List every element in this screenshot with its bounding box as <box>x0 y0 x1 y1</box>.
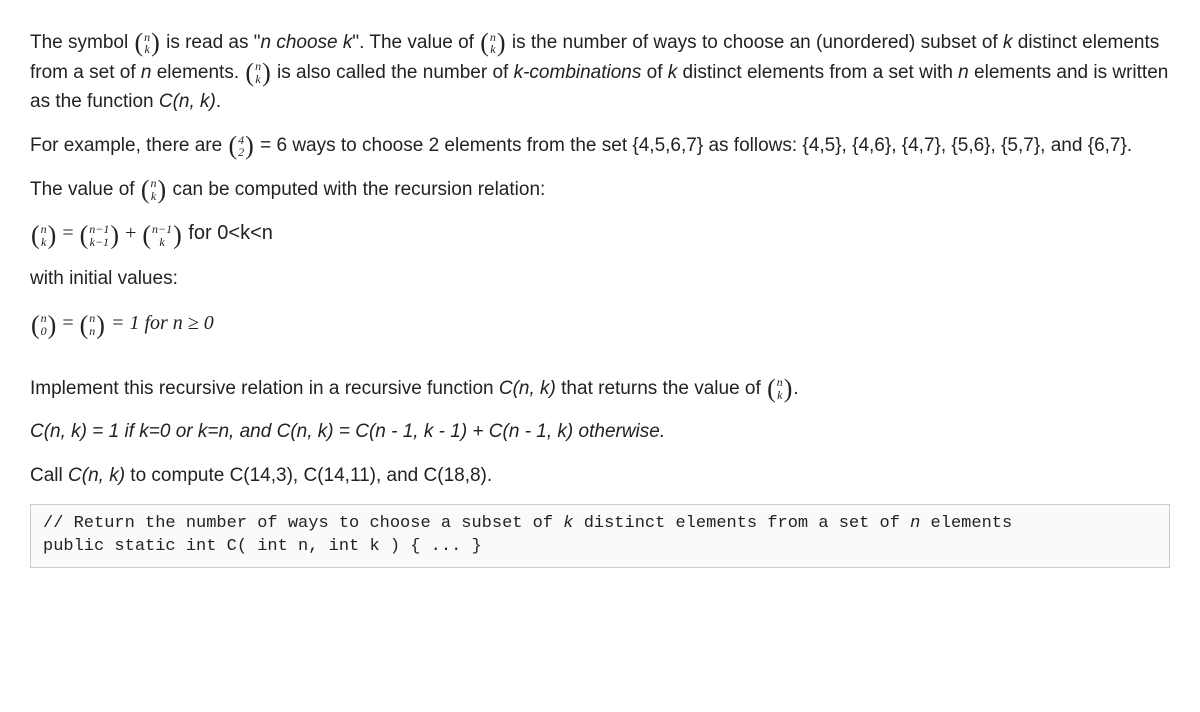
code-comment: distinct elements from a set of <box>574 514 911 533</box>
code-block: // Return the number of ways to choose a… <box>30 504 1170 568</box>
code-comment-italic: n <box>910 514 920 533</box>
text: = 6 ways to choose 2 elements from the s… <box>255 135 1132 156</box>
text: for 0<k<n <box>183 222 273 244</box>
paragraph-example: For example, there are (42) = 6 ways to … <box>30 131 1170 161</box>
code-comment: elements <box>920 514 1012 533</box>
equation-recursion: (nk) = (n−1k−1) + (n−1k) for 0<k<n <box>30 218 1170 250</box>
text: The value of <box>30 179 140 200</box>
code-comment-italic: k <box>563 514 573 533</box>
text: Call <box>30 465 68 486</box>
binom-nminus1-k: (n−1k) <box>142 219 181 250</box>
binom-n-k: (nk) <box>480 28 505 57</box>
paragraph-recursion-intro: The value of (nk) can be computed with t… <box>30 175 1170 205</box>
binom-n-k: (nk) <box>767 374 792 403</box>
text: is the number of ways to choose an (unor… <box>507 32 1003 53</box>
binom-n-0: (n0) <box>31 309 56 340</box>
text: ". The value of <box>352 32 479 53</box>
text-italic: C(n, k) <box>159 91 216 112</box>
text: is read as " <box>161 32 261 53</box>
text-italic: k <box>668 62 678 83</box>
text: of <box>641 62 667 83</box>
binom-n-k: (nk) <box>134 28 159 57</box>
text: = 1 for n ≥ 0 <box>106 312 214 334</box>
binom-n-k: (nk) <box>141 175 166 204</box>
paragraph-initial-values: with initial values: <box>30 264 1170 293</box>
text: For example, there are <box>30 135 227 156</box>
binom-n-k: (nk) <box>31 219 56 250</box>
text-italic: k-combinations <box>514 62 642 83</box>
code-comment: // Return the number of ways to choose a… <box>43 514 563 533</box>
text: . <box>793 378 798 399</box>
text: Implement this recursive relation in a r… <box>30 378 499 399</box>
text-italic: C(n, k) <box>499 378 556 399</box>
binom-nminus1-kminus1: (n−1k−1) <box>80 219 119 250</box>
paragraph-call: Call C(n, k) to compute C(14,3), C(14,11… <box>30 461 1170 490</box>
binom-4-2: (42) <box>228 131 253 160</box>
text-italic: n <box>958 62 969 83</box>
text-italic: n <box>141 62 152 83</box>
text: is also called the number of <box>272 62 514 83</box>
text: The symbol <box>30 32 133 53</box>
text-italic: n choose k <box>261 32 353 53</box>
text: that returns the value of <box>556 378 766 399</box>
paragraph-spec: C(n, k) = 1 if k=0 or k=n, and C(n, k) =… <box>30 417 1170 446</box>
code-line: public static int C( int n, int k ) { ..… <box>43 537 482 556</box>
text: = <box>57 312 78 334</box>
text: + <box>120 222 141 244</box>
paragraph-implement: Implement this recursive relation in a r… <box>30 374 1170 404</box>
text: = <box>57 222 78 244</box>
binom-n-n: (nn) <box>80 309 105 340</box>
text: . <box>216 91 221 112</box>
text: distinct elements from a set with <box>677 62 958 83</box>
equation-initial: (n0) = (nn) = 1 for n ≥ 0 <box>30 308 1170 340</box>
text: elements. <box>151 62 244 83</box>
text: can be computed with the recursion relat… <box>167 179 545 200</box>
text-italic: C(n, k) <box>68 465 125 486</box>
binom-n-k: (nk) <box>245 58 270 87</box>
text: to compute C(14,3), C(14,11), and C(18,8… <box>125 465 492 486</box>
paragraph-intro: The symbol (nk) is read as "n choose k".… <box>30 28 1170 117</box>
